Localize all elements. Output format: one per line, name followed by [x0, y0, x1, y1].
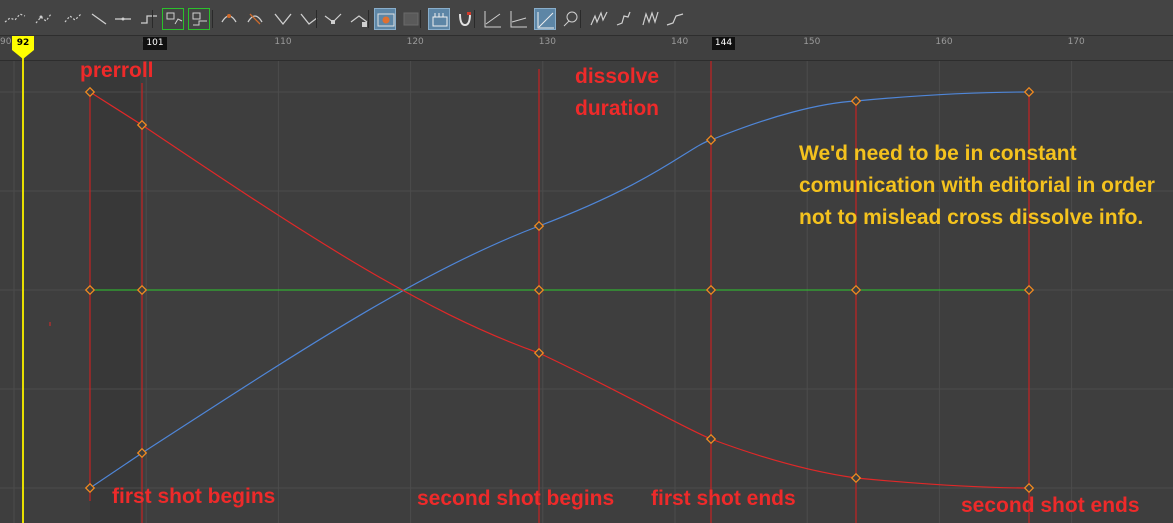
tangent-auto-button[interactable] [4, 8, 26, 30]
toolbar-separator [316, 10, 317, 28]
frame-view-button[interactable] [374, 8, 396, 30]
toolbar-separator [368, 10, 369, 28]
ruler-label-110: 110 [274, 37, 292, 47]
linear-infinity-button[interactable] [664, 8, 686, 30]
tangent-linear-icon [91, 13, 107, 25]
annotation-first-shot-ends: first shot ends [651, 487, 796, 510]
keyframe[interactable] [705, 134, 717, 146]
magnet-icon [459, 12, 471, 27]
tangent-clamped-icon [64, 13, 82, 23]
ruler-label-120: 120 [406, 37, 424, 47]
tangent-auto-icon [4, 13, 26, 23]
graph-editor-toolbar [0, 0, 1173, 36]
annotation-note: We'd need to be in constant comunication… [799, 142, 1155, 229]
annotation-preroll: prerroll [80, 59, 154, 82]
tangent-step-icon [141, 15, 157, 24]
current-frame-marker[interactable]: 92 [12, 36, 34, 50]
free-tangent-weight-icon [274, 13, 292, 26]
toolbar-separator [474, 10, 475, 28]
curve-filter-button[interactable] [560, 8, 582, 30]
playhead-handle[interactable] [12, 50, 34, 59]
frame-playback-button[interactable] [400, 8, 422, 30]
tangent-spline-button[interactable] [34, 8, 56, 30]
ruler-label-90: 90 [0, 37, 12, 47]
annotation-second-shot-ends: second shot ends [961, 494, 1140, 517]
annotation-first-shot-begins: first shot begins [112, 485, 276, 508]
keyframe[interactable] [533, 220, 545, 232]
cycle-offset-button[interactable] [614, 8, 636, 30]
time-ruler[interactable]: 900110120130140150160170101144 [0, 36, 1173, 61]
add-key-icon [350, 15, 368, 27]
preroll-range [90, 61, 140, 523]
free-tangent-weight-button[interactable] [272, 8, 294, 30]
insert-key-icon [324, 13, 342, 24]
keyframe[interactable] [850, 95, 862, 107]
oscillate-button[interactable] [640, 8, 662, 30]
tangent-flat-icon [115, 17, 131, 21]
ruler-label-140: 140 [671, 37, 689, 47]
curve-canvas[interactable] [0, 61, 1173, 523]
frame-marker-144[interactable]: 144 [711, 37, 736, 50]
normalize-icon [484, 11, 501, 28]
auto-load-icon [432, 13, 448, 27]
keyframe[interactable] [533, 347, 545, 359]
keyframe[interactable] [533, 284, 545, 296]
keyframe[interactable] [1023, 86, 1035, 98]
tangent-linear-button[interactable] [88, 8, 110, 30]
toolbar-separator [420, 10, 421, 28]
break-tangents-icon [221, 14, 237, 23]
auto-load-button[interactable] [428, 8, 450, 30]
cycle-offset-icon [616, 11, 631, 26]
tangent-flat-button[interactable] [112, 8, 134, 30]
denormalize-icon [510, 11, 527, 28]
cycle-button[interactable] [588, 8, 610, 30]
keyframe[interactable] [850, 472, 862, 484]
buffer-curve-button[interactable] [188, 8, 210, 30]
graph-view[interactable]: prerroll dissolve duration first shot be… [0, 59, 1173, 523]
playhead-line[interactable] [22, 58, 24, 523]
tangent-plateau-icon [166, 12, 183, 25]
frame-view-icon [377, 13, 395, 27]
denormalize-button[interactable] [508, 8, 530, 30]
frame-marker-101[interactable]: 101 [143, 37, 167, 50]
curve-filter-icon [563, 11, 578, 27]
keyframe[interactable] [1023, 284, 1035, 296]
keyframe[interactable] [850, 284, 862, 296]
keyframe[interactable] [705, 284, 717, 296]
ruler-label-160: 160 [935, 37, 953, 47]
add-key-button[interactable] [348, 8, 370, 30]
toolbar-separator [152, 10, 153, 28]
keyframe[interactable] [705, 433, 717, 445]
oscillate-icon [642, 11, 659, 26]
tangent-spline-icon [35, 13, 52, 24]
ruler-label-170: 170 [1067, 37, 1085, 47]
tangent-step-button[interactable] [138, 8, 160, 30]
annotation-second-shot-begins: second shot begins [417, 487, 615, 510]
insert-key-button[interactable] [322, 8, 344, 30]
stacked-curves-icon [537, 12, 554, 29]
unify-tangents-button[interactable] [244, 8, 266, 30]
magnet-button[interactable] [454, 8, 476, 30]
toolbar-separator [580, 10, 581, 28]
stacked-curves-button[interactable] [534, 8, 556, 30]
break-tangents-button[interactable] [218, 8, 240, 30]
annotation-dissolve-duration: dissolve duration [575, 65, 660, 120]
normalize-button[interactable] [482, 8, 504, 30]
cycle-icon [590, 11, 608, 26]
graph-editor: 900110120130140150160170101144 prerroll … [0, 0, 1173, 523]
ruler-label-130: 130 [538, 37, 556, 47]
tangent-clamped-button[interactable] [62, 8, 84, 30]
buffer-curve-icon [192, 12, 207, 26]
tangent-plateau-button[interactable] [162, 8, 184, 30]
unify-tangents-icon [247, 13, 263, 25]
toolbar-separator [212, 10, 213, 28]
ruler-label-150: 150 [803, 37, 821, 47]
linear-infinity-icon [666, 13, 684, 26]
frame-playback-icon [403, 12, 419, 26]
